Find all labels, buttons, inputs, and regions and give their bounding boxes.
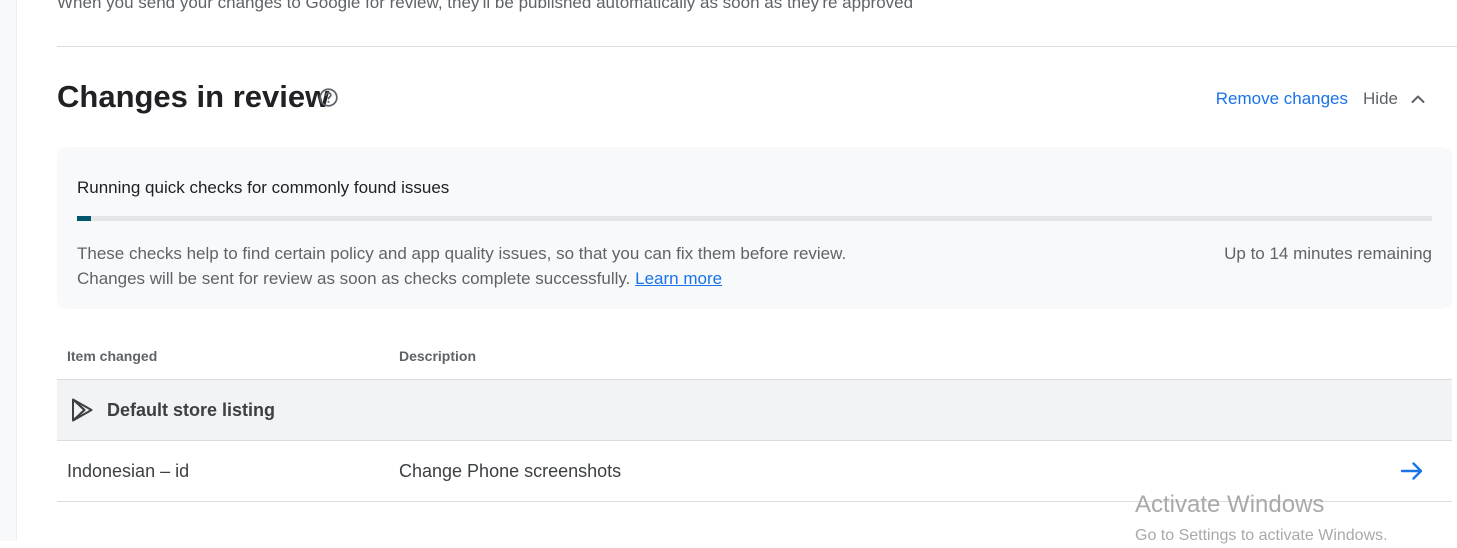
progress-bar-fill [77, 216, 91, 221]
checks-description-line1: These checks help to find certain policy… [77, 244, 847, 263]
item-changed-cell: Indonesian – id [67, 461, 190, 481]
activate-windows-watermark: Activate Windows Go to Settings to activ… [1135, 490, 1388, 548]
group-row-default-store-listing: Default store listing [57, 380, 1452, 441]
table-header: Item changed Description [57, 330, 1452, 380]
description-cell: Change Phone screenshots [399, 461, 622, 481]
learn-more-link[interactable]: Learn more [635, 269, 722, 288]
help-circle-icon[interactable] [318, 87, 339, 108]
group-label: Default store listing [107, 400, 276, 420]
checks-description: These checks help to find certain policy… [77, 241, 846, 291]
hide-button[interactable]: Hide [1363, 89, 1426, 109]
watermark-line1: Activate Windows [1135, 491, 1325, 518]
checks-description-line2: Changes will be sent for review as soon … [77, 266, 846, 291]
remove-changes-button[interactable]: Remove changes [1216, 89, 1348, 109]
column-header-description: Description [399, 348, 477, 364]
intro-text: When you send your changes to Google for… [57, 0, 914, 12]
left-nav-strip [0, 0, 17, 541]
checks-title: Running quick checks for commonly found … [77, 178, 450, 197]
checks-description-line2-text: Changes will be sent for review as soon … [77, 269, 631, 288]
section-title: Changes in review [57, 79, 330, 114]
header-actions: Remove changes Hide [1216, 89, 1426, 109]
play-store-icon [72, 398, 93, 422]
quick-checks-panel: Running quick checks for commonly found … [57, 147, 1452, 309]
divider [57, 46, 1457, 47]
chevron-up-icon [1411, 95, 1425, 103]
progress-bar [77, 216, 1432, 221]
column-header-item-changed: Item changed [67, 348, 158, 364]
hide-label: Hide [1363, 89, 1398, 108]
changes-table: Item changed Description Default store l… [57, 330, 1452, 502]
arrow-right-icon[interactable] [1400, 461, 1424, 481]
watermark-line2: Go to Settings to activate Windows. [1135, 527, 1388, 544]
time-remaining: Up to 14 minutes remaining [1224, 244, 1432, 263]
